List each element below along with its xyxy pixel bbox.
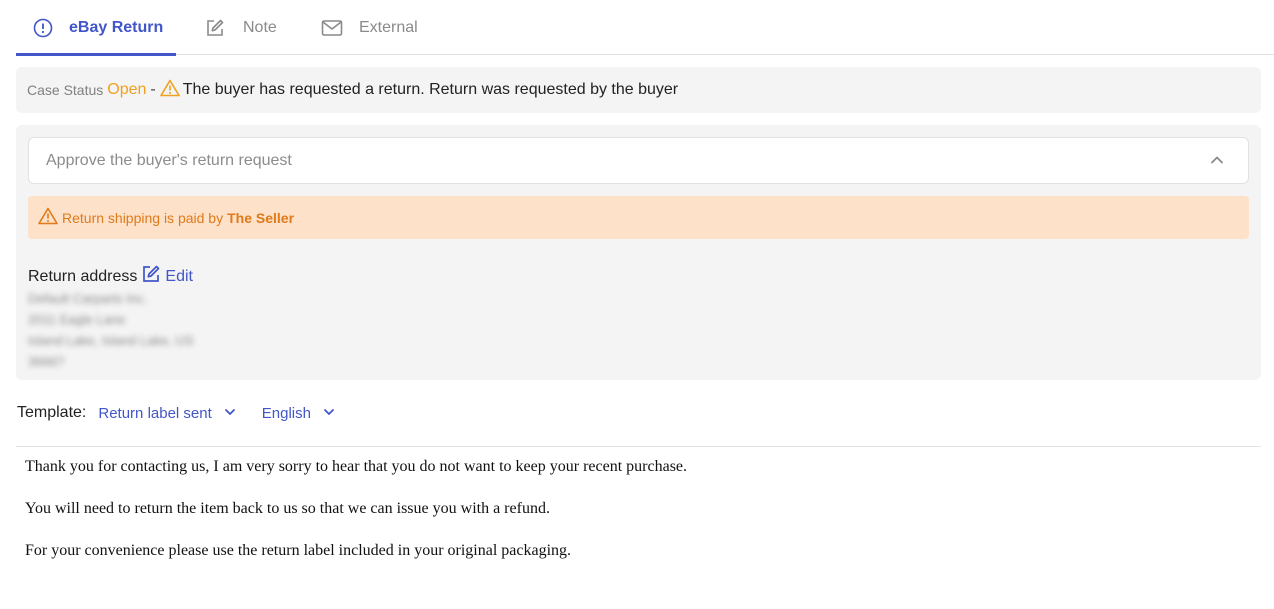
tab-bar: eBay Return Note External — [16, 0, 1274, 56]
chevron-down-icon — [224, 405, 236, 422]
return-address-lines: Default Carparts Inc. 2011 Eagle Lane Is… — [28, 288, 194, 372]
warning-triangle-icon — [38, 207, 58, 228]
template-select[interactable]: Return label sent — [98, 405, 235, 422]
language-select-value: English — [261, 404, 311, 422]
template-row: Template: Return label sent English — [17, 400, 335, 426]
template-select-value: Return label sent — [98, 404, 212, 422]
language-select[interactable]: English — [262, 405, 335, 422]
message-paragraph: For your convenience please use the retu… — [25, 542, 572, 559]
warning-triangle-icon — [159, 79, 180, 102]
edit-icon — [141, 264, 161, 289]
message-paragraph: You will need to return the item back to… — [25, 500, 550, 517]
case-status-value: Open — [107, 81, 147, 98]
mail-icon — [321, 19, 343, 37]
tab-external-label: External — [359, 18, 418, 36]
active-tab-indicator — [16, 53, 176, 56]
tab-external[interactable]: External — [321, 0, 418, 55]
approve-return-label: Approve the buyer's return request — [46, 151, 292, 169]
chevron-down-icon — [323, 405, 335, 422]
address-line: 3666? — [28, 354, 65, 369]
return-address-label: Return address — [28, 267, 138, 285]
address-line: Default Carparts Inc. — [28, 291, 148, 306]
shipping-payer: The Seller — [227, 209, 295, 226]
approve-return-dropdown[interactable]: Approve the buyer's return request — [28, 137, 1249, 184]
edit-address-label: Edit — [165, 267, 193, 285]
return-details-panel: Approve the buyer's return request Retur… — [16, 125, 1261, 380]
tab-note[interactable]: Note — [205, 0, 277, 55]
return-address-header: Return address Edit — [28, 264, 193, 289]
case-status-key: Case Status — [27, 82, 104, 98]
address-line: 2011 Eagle Lane — [28, 312, 126, 327]
template-label: Template: — [17, 404, 87, 421]
divider — [16, 446, 1261, 447]
shipping-warning-text: Return shipping is paid by — [62, 209, 224, 226]
alert-circle-icon — [33, 18, 53, 38]
shipping-warning: Return shipping is paid by The Seller — [28, 196, 1249, 239]
address-line: Island Lake, Island Lake, US — [28, 333, 194, 348]
case-status-bar: Case Status Open - The buyer has request… — [16, 67, 1261, 113]
edit-address-button[interactable]: Edit — [141, 264, 193, 289]
message-paragraph: Thank you for contacting us, I am very s… — [25, 458, 688, 475]
tab-note-label: Note — [243, 18, 277, 36]
tab-ebay-return-label: eBay Return — [69, 18, 164, 36]
chevron-up-icon[interactable] — [1210, 153, 1224, 172]
case-status-message: The buyer has requested a return. Return… — [182, 81, 679, 98]
edit-note-icon — [205, 18, 225, 38]
status-separator: - — [150, 81, 156, 98]
message-editor[interactable]: Thank you for contacting us, I am very s… — [16, 452, 1261, 602]
tab-ebay-return[interactable]: eBay Return — [33, 0, 163, 55]
